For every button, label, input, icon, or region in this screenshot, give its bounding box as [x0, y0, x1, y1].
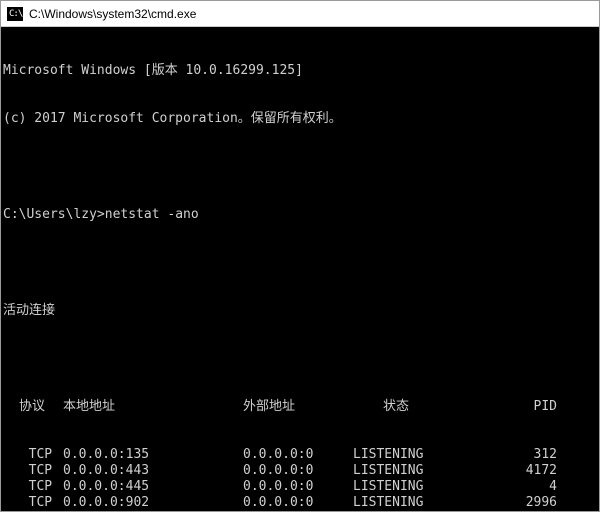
cell-foreign: 0.0.0.0:0: [193, 447, 353, 463]
cell-foreign: 0.0.0.0:0: [193, 495, 353, 511]
table-row: TCP0.0.0.0:9020.0.0.0:0LISTENING2996: [3, 495, 597, 511]
prompt-command: netstat -ano: [105, 207, 199, 222]
table-row: TCP0.0.0.0:4430.0.0.0:0LISTENING4172: [3, 463, 597, 479]
cmd-window: C:\ C:\Windows\system32\cmd.exe Microsof…: [0, 0, 600, 512]
window-title: C:\Windows\system32\cmd.exe: [29, 7, 196, 21]
prompt-path: C:\Users\lzy>: [3, 207, 105, 222]
titlebar[interactable]: C:\ C:\Windows\system32\cmd.exe: [1, 1, 599, 27]
cell-local: 0.0.0.0:445: [63, 479, 193, 495]
terminal-body[interactable]: Microsoft Windows [版本 10.0.16299.125] (c…: [1, 27, 599, 511]
cell-proto: TCP: [3, 447, 63, 463]
cell-state: LISTENING: [353, 495, 503, 511]
banner-line-1: Microsoft Windows [版本 10.0.16299.125]: [3, 63, 597, 79]
cell-pid: 4172: [503, 463, 563, 479]
cell-state: LISTENING: [353, 447, 503, 463]
cell-state: LISTENING: [353, 463, 503, 479]
cell-pid: 2996: [503, 495, 563, 511]
header-state: 状态: [353, 399, 503, 415]
header-proto: 协议: [3, 399, 63, 415]
blank-line: [3, 159, 597, 175]
table-row: TCP0.0.0.0:4450.0.0.0:0LISTENING4: [3, 479, 597, 495]
header-foreign: 外部地址: [193, 399, 353, 415]
cell-proto: TCP: [3, 495, 63, 511]
header-row: 协议 本地地址 外部地址 状态 PID: [3, 399, 597, 415]
cell-local: 0.0.0.0:902: [63, 495, 193, 511]
blank-line: [3, 255, 597, 271]
banner-line-2: (c) 2017 Microsoft Corporation。保留所有权利。: [3, 111, 597, 127]
header-local: 本地地址: [63, 399, 193, 415]
header-pid: PID: [503, 399, 563, 415]
cell-local: 0.0.0.0:135: [63, 447, 193, 463]
blank-line: [3, 351, 597, 367]
cell-proto: TCP: [3, 479, 63, 495]
table-row: TCP0.0.0.0:1350.0.0.0:0LISTENING312: [3, 447, 597, 463]
cmd-icon: C:\: [7, 7, 23, 21]
cell-state: LISTENING: [353, 479, 503, 495]
cell-pid: 4: [503, 479, 563, 495]
section-title: 活动连接: [3, 303, 597, 319]
cell-foreign: 0.0.0.0:0: [193, 479, 353, 495]
cell-pid: 312: [503, 447, 563, 463]
cell-foreign: 0.0.0.0:0: [193, 463, 353, 479]
prompt-line: C:\Users\lzy>netstat -ano: [3, 207, 597, 223]
connection-list: TCP0.0.0.0:1350.0.0.0:0LISTENING312 TCP0…: [3, 447, 597, 511]
cell-proto: TCP: [3, 463, 63, 479]
cell-local: 0.0.0.0:443: [63, 463, 193, 479]
